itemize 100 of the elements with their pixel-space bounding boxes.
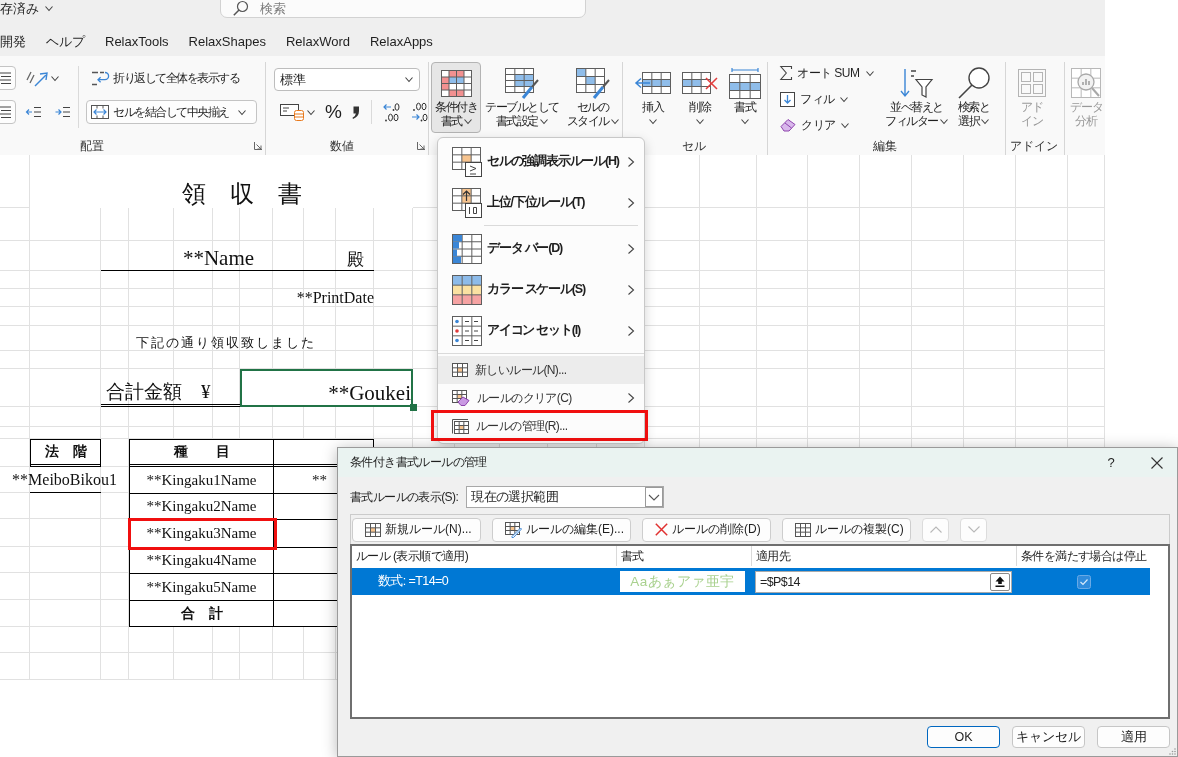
dialog-button[interactable]: キャンセル <box>1012 726 1085 748</box>
align-lines-icon <box>0 72 11 84</box>
align-lines-icon <box>0 106 11 118</box>
eraser-icon <box>780 118 796 132</box>
sort-filter-button[interactable]: 並べ替えと フィルター <box>881 62 952 133</box>
comma-style-icon <box>351 105 360 119</box>
fill-handle-icon[interactable] <box>410 404 417 411</box>
caret-icon <box>539 118 548 124</box>
delete-cells-icon <box>682 70 718 96</box>
grid-eraser-icon <box>452 390 470 406</box>
fill-button[interactable]: フィル <box>775 88 853 110</box>
menu-item[interactable]: 新しいルール(N)... <box>438 356 644 384</box>
wrap-text-icon <box>91 69 109 87</box>
decrease-decimal-icon <box>410 102 428 122</box>
caret-icon <box>649 119 657 124</box>
search-field[interactable]: 検索 <box>220 0 586 18</box>
increase-indent-icon <box>55 106 70 118</box>
menu-item[interactable]: データ バー(D) <box>438 228 644 269</box>
menu-item[interactable]: ルールのクリア(C) <box>438 384 644 412</box>
data-bar-icon <box>452 233 482 264</box>
close-icon <box>1151 456 1163 469</box>
percent-button[interactable]: % <box>322 100 345 124</box>
format-cells-icon <box>729 67 761 99</box>
menu-item[interactable]: カラー スケール(S) <box>438 269 644 310</box>
help-button[interactable]: ? <box>1091 448 1131 477</box>
sort-filter-icon <box>899 67 934 99</box>
menu-item[interactable]: アイコン セット(I) <box>438 310 644 351</box>
menu-item[interactable]: ルールの管理(R)... <box>438 412 644 440</box>
clear-button[interactable]: クリア <box>775 114 854 136</box>
increase-decimal-icon <box>382 102 400 122</box>
group-label: 編集 <box>873 137 897 155</box>
caret-icon <box>840 122 849 128</box>
chevron-right-icon <box>628 393 634 403</box>
sigma-icon <box>780 66 792 80</box>
wrap-text-button[interactable]: 折り返して全体を表示する <box>86 66 244 90</box>
save-status-button[interactable]: 存済み <box>0 0 53 17</box>
table-brush-icon <box>504 67 539 99</box>
edit-rule-button[interactable]: ルールの編集(E)... <box>492 517 631 542</box>
format-button[interactable]: 書式 <box>725 62 765 133</box>
small-grid-icon <box>452 363 468 377</box>
upload-arrow-icon <box>995 576 1005 587</box>
caret-icon <box>866 70 874 76</box>
group-label: 数値 <box>329 137 354 155</box>
ribbon-tab[interactable]: RelaxShapes <box>178 30 276 54</box>
caret-icon <box>238 109 246 115</box>
chevron-right-icon <box>628 284 634 295</box>
find-select-button[interactable]: 検索と 選択 <box>953 62 994 133</box>
chevron-down-icon <box>967 526 980 533</box>
highlight-cells-icon <box>452 146 482 177</box>
menu-item[interactable]: セルの強調表示ルール(H) <box>438 141 644 182</box>
receipt-title: 領 収 書 <box>30 155 413 208</box>
ribbon-tab[interactable]: ヘルプ <box>36 30 95 54</box>
ribbon-tab[interactable]: 開発 <box>0 30 36 54</box>
column-header: 条件を満たす場合は停止 <box>1020 547 1148 565</box>
number-format-dropdown[interactable]: 標準 <box>274 68 420 91</box>
rule-row[interactable]: 数式: =T14=0 Aaあぁアァ亜宇 =$P$14 <box>352 568 1150 595</box>
four-squares-icon <box>1018 69 1046 97</box>
chevron-right-icon <box>628 325 634 336</box>
dialog-button[interactable]: OK <box>927 726 1000 748</box>
table-cell: **Kingaku1Name <box>129 467 273 493</box>
scope-dropdown[interactable]: 現在の選択範囲 <box>466 486 665 508</box>
ribbon-tab[interactable]: RelaxWord <box>275 30 360 54</box>
collapse-button[interactable] <box>990 572 1010 591</box>
magnifier-icon <box>957 67 990 99</box>
insert-button[interactable]: 挿入 <box>631 62 675 133</box>
table-cell: 合 計 <box>129 600 273 627</box>
conditional-format-button[interactable]: 条件付き 書式 <box>431 62 481 133</box>
dialog-launcher-icon[interactable] <box>254 142 262 150</box>
rule-formula: 数式: =T14=0 <box>377 573 449 590</box>
duplicate-rule-button[interactable]: ルールの複製(C) <box>782 517 911 542</box>
cross-icon <box>655 523 668 536</box>
grid-icon <box>795 522 811 537</box>
table-header-cell: 法 階 <box>30 439 101 467</box>
new-rule-button[interactable]: 新規ルール(N)... <box>352 517 481 542</box>
format-table-button[interactable]: テーブルとして 書式設定 <box>481 62 563 133</box>
column-header: 適用先 <box>752 546 1017 566</box>
caret-icon <box>463 118 472 124</box>
applies-to-field[interactable]: =$P$14 <box>755 570 1012 593</box>
table-cell: **Kingaku5Name <box>129 573 273 600</box>
dialog-button[interactable]: 適用 <box>1097 726 1170 748</box>
merge-center-button[interactable]: セルを結合して中央揃え <box>86 100 257 124</box>
small-grid-icon <box>365 522 381 537</box>
highlighted-grid-icon <box>440 69 472 97</box>
caret-icon <box>696 119 704 124</box>
delete-button[interactable]: 削除 <box>678 62 722 133</box>
ribbon-tab[interactable]: RelaxApps <box>360 30 443 54</box>
cell-styles-button[interactable]: セルの スタイル <box>562 62 623 133</box>
stop-if-true-checkbox[interactable] <box>1076 574 1091 589</box>
total-amount-cell[interactable]: **Goukei <box>240 369 413 407</box>
caret-icon <box>981 118 989 124</box>
caret-icon <box>939 118 948 124</box>
decrease-indent-icon <box>26 106 41 118</box>
chevron-right-icon <box>628 197 634 208</box>
orientation-icon <box>26 69 48 87</box>
ribbon-tab[interactable]: RelaxTools <box>95 30 179 54</box>
delete-rule-button[interactable]: ルールの削除(D) <box>642 517 771 542</box>
category-value: **MeiboBikou1 <box>11 470 118 490</box>
dialog-launcher-icon[interactable] <box>417 142 425 150</box>
autosum-button[interactable]: オート SUM <box>775 62 879 84</box>
menu-item[interactable]: 上位/下位ルール(T) <box>438 182 644 223</box>
